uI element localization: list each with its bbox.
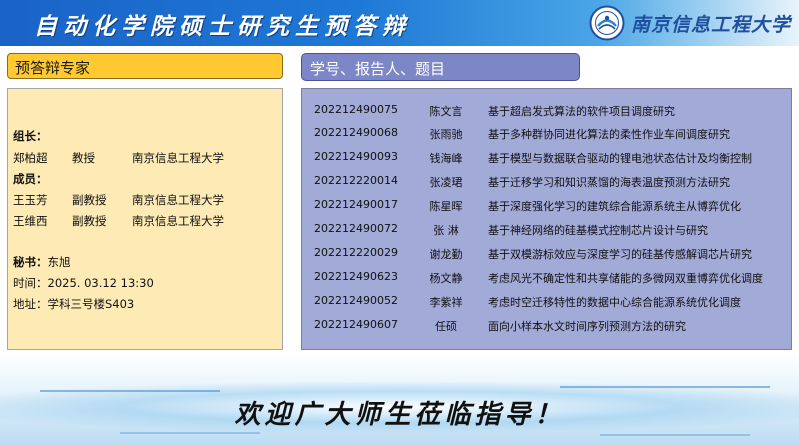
- student-id: 202212490093: [314, 150, 398, 163]
- member-name: 王玉芳: [13, 193, 48, 207]
- reporter-name: 张凌珺: [429, 176, 463, 189]
- leader-org: 南京信息工程大学: [132, 151, 224, 165]
- reporter-row: 202212490607 任硕 面向小样本水文时间序列预测方法的研究: [302, 318, 791, 338]
- place-value: 学科三号楼S403: [47, 297, 135, 311]
- university-brand: 南京信息工程大学: [589, 3, 791, 43]
- reporters-header-label: 学号、报告人、题目: [310, 60, 446, 78]
- member-title: 副教授: [72, 214, 107, 228]
- thesis-topic: 面向小样本水文时间序列预测方法的研究: [488, 320, 686, 333]
- secretary-line: 秘书：东旭: [13, 254, 71, 270]
- reporter-name: 钱海峰: [429, 152, 463, 165]
- reporter-name: 张 淋: [433, 224, 459, 237]
- reporter-row: 202212490093 钱海峰 基于模型与数据联合驱动的锂电池状态估计及均衡控…: [302, 150, 791, 170]
- light-streak: [560, 386, 770, 388]
- student-id: 202212490052: [314, 294, 398, 307]
- reporter-row: 202212490068 张雨驰 基于多种群协同进化算法的柔性作业车间调度研究: [302, 126, 791, 146]
- committee-header-label: 预答辩专家: [15, 59, 91, 77]
- member-name: 王维西: [13, 214, 48, 228]
- thesis-topic: 基于多种群协同进化算法的柔性作业车间调度研究: [488, 128, 730, 141]
- leader-name: 郑柏超: [13, 151, 48, 165]
- welcome-band: 欢迎广大师生莅临指导！: [0, 354, 799, 445]
- reporters-header: 学号、报告人、题目: [301, 53, 580, 81]
- secretary-name: 东旭: [47, 255, 71, 269]
- student-id: 202212490623: [314, 270, 398, 283]
- reporter-name: 李紫祥: [429, 296, 463, 309]
- title-banner: 自动化学院硕士研究生预答辩 南京信息工程大学: [0, 0, 799, 46]
- reporter-name: 张雨驰: [429, 128, 463, 141]
- university-seal-icon: [589, 5, 625, 41]
- committee-header: 预答辩专家: [7, 53, 283, 79]
- reporters-panel: 202212490075 陈文言 基于超启发式算法的软件项目调度研究 20221…: [301, 88, 792, 350]
- light-streak: [120, 432, 260, 434]
- reporter-row: 202212220014 张凌珺 基于迁移学习和知识蒸馏的海表温度预测方法研究: [302, 174, 791, 194]
- reporter-row: 202212490052 李紫祥 考虑时空迁移特性的数据中心综合能源系统优化调度: [302, 294, 791, 314]
- student-id: 202212220029: [314, 246, 398, 259]
- time-value: 2025. 03.12 13:30: [47, 276, 154, 290]
- university-name: 南京信息工程大学: [630, 13, 791, 36]
- reporter-row: 202212490623 杨文静 考虑风光不确定性和共享储能的多微网双重博弈优化…: [302, 270, 791, 290]
- thesis-topic: 基于超启发式算法的软件项目调度研究: [488, 105, 675, 118]
- reporter-row: 202212490017 陈星晖 基于深度强化学习的建筑综合能源系统主从博弈优化: [302, 198, 791, 218]
- member-org: 南京信息工程大学: [132, 193, 224, 207]
- thesis-topic: 基于深度强化学习的建筑综合能源系统主从博弈优化: [488, 200, 741, 213]
- student-id: 202212490068: [314, 126, 398, 139]
- thesis-topic: 考虑风光不确定性和共享储能的多微网双重博弈优化调度: [488, 272, 763, 285]
- reporter-name: 杨文静: [429, 272, 463, 285]
- welcome-slogan: 欢迎广大师生莅临指导！: [234, 400, 565, 430]
- reporter-name: 陈星晖: [429, 200, 463, 213]
- thesis-topic: 基于双模游标效应与深度学习的硅基传感解调芯片研究: [488, 248, 752, 261]
- light-streak: [600, 434, 750, 436]
- leader-label: 组长：: [13, 129, 48, 143]
- reporter-row: 202212490072 张 淋 基于神经网络的硅基模式控制芯片设计与研究: [302, 222, 791, 242]
- thesis-topic: 基于迁移学习和知识蒸馏的海表温度预测方法研究: [488, 176, 730, 189]
- time-label: 时间：: [13, 276, 48, 290]
- thesis-topic: 基于模型与数据联合驱动的锂电池状态估计及均衡控制: [488, 152, 752, 165]
- member-title: 副教授: [72, 193, 107, 207]
- student-id: 202212490607: [314, 318, 398, 331]
- student-id: 202212220014: [314, 174, 398, 187]
- light-streak: [40, 390, 220, 392]
- reporter-row: 202212490075 陈文言 基于超启发式算法的软件项目调度研究: [302, 103, 791, 123]
- member-org: 南京信息工程大学: [132, 214, 224, 228]
- reporter-name: 陈文言: [429, 105, 463, 118]
- thesis-topic: 考虑时空迁移特性的数据中心综合能源系统优化调度: [488, 296, 741, 309]
- reporter-name: 任硕: [435, 320, 457, 333]
- reporter-name: 谢龙勤: [429, 248, 463, 261]
- place-label: 地址：: [13, 297, 48, 311]
- thesis-topic: 基于神经网络的硅基模式控制芯片设计与研究: [488, 224, 708, 237]
- leader-title: 教授: [72, 151, 95, 165]
- place-line: 地址：学科三号楼S403: [13, 296, 134, 312]
- student-id: 202212490075: [314, 103, 398, 116]
- student-id: 202212490017: [314, 198, 398, 211]
- student-id: 202212490072: [314, 222, 398, 235]
- committee-panel: 组长： 郑柏超 教授 南京信息工程大学 成员： 王玉芳 副教授 南京信息工程大学…: [7, 88, 283, 350]
- time-line: 时间：2025. 03.12 13:30: [13, 275, 154, 291]
- event-title: 自动化学院硕士研究生预答辩: [34, 13, 411, 40]
- members-label: 成员：: [13, 172, 48, 186]
- secretary-label: 秘书：: [13, 255, 48, 269]
- reporter-row: 202212220029 谢龙勤 基于双模游标效应与深度学习的硅基传感解调芯片研…: [302, 246, 791, 266]
